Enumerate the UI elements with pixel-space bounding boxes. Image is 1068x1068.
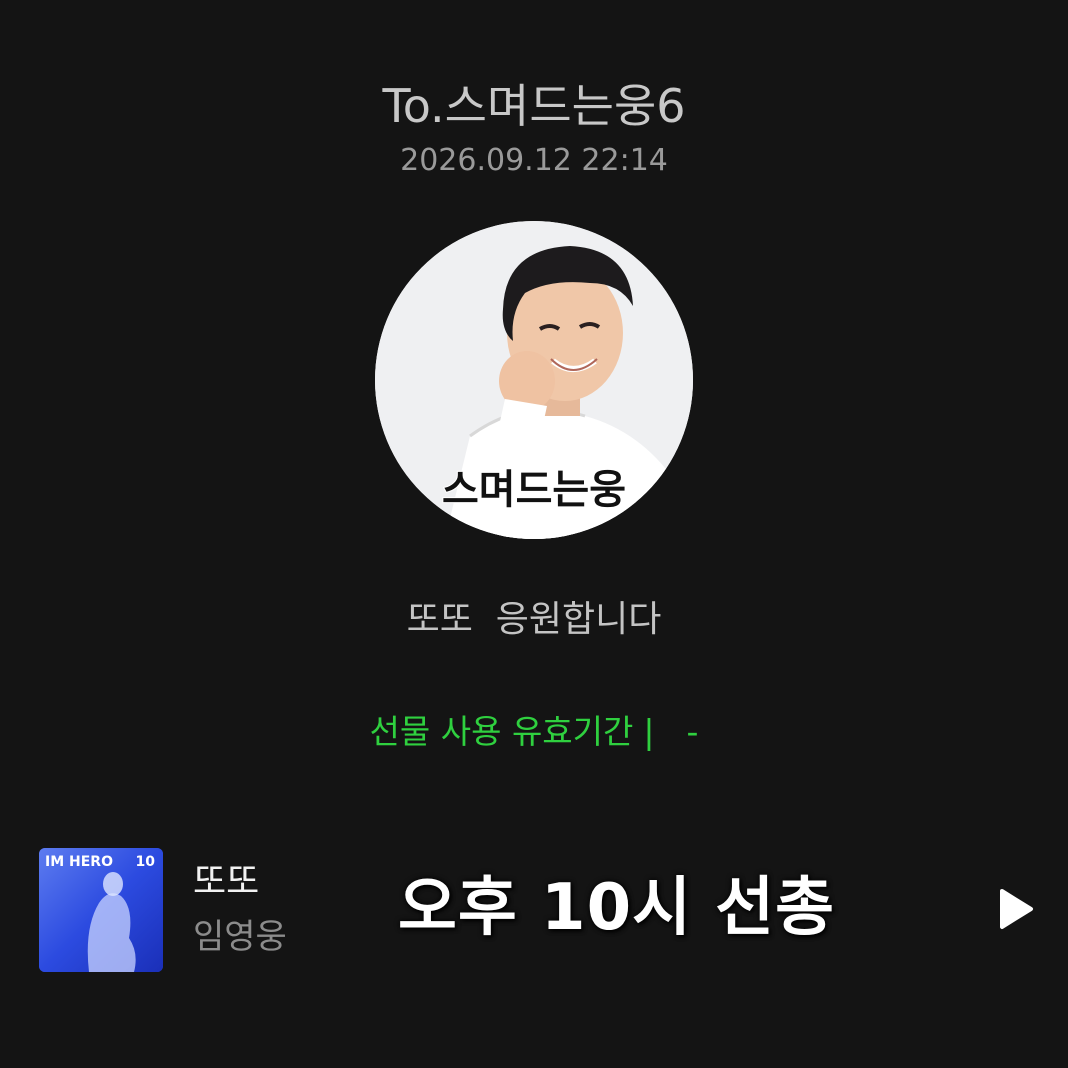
- gift-validity: 선물 사용 유효기간 | -: [0, 710, 1068, 754]
- play-icon: [1000, 889, 1033, 929]
- album-art-image: IM HERO 10: [39, 848, 163, 972]
- album-text-left: IM HERO: [45, 854, 113, 870]
- avatar-photo: 스며드는웅: [375, 221, 693, 539]
- gift-message: 또또 응원합니다: [406, 599, 662, 640]
- validity-separator: |: [643, 712, 655, 751]
- overlay-caption: 오후 10시 선총: [398, 871, 836, 945]
- recipient-title: To.스며드는웅6: [382, 79, 686, 133]
- album-art[interactable]: IM HERO 10: [39, 848, 163, 972]
- avatar-caption: 스며드는웅: [442, 467, 626, 513]
- album-text-right: 10: [136, 854, 156, 870]
- gift-message-screen: To.스며드는웅6 2026.09.12 22:14 스며드는웅 또또 응원합니…: [0, 0, 1068, 1068]
- validity-value: -: [686, 712, 699, 751]
- validity-label: 선물 사용 유효기간: [369, 712, 634, 751]
- avatar[interactable]: 스며드는웅: [375, 221, 693, 539]
- play-button[interactable]: [998, 888, 1034, 930]
- song-artist: 임영웅: [193, 917, 287, 957]
- music-player-bar[interactable]: IM HERO 10 또또 임영웅 오후 10시 선총: [0, 840, 1068, 980]
- song-title: 또또: [193, 861, 260, 902]
- sent-timestamp: 2026.09.12 22:14: [400, 143, 668, 178]
